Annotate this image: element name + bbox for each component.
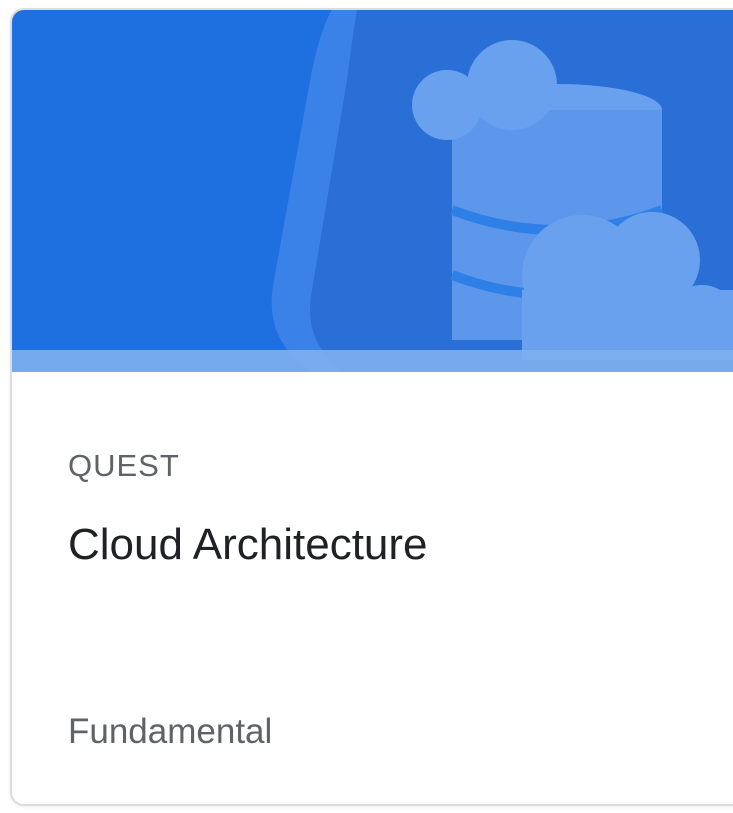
cloud-database-icon bbox=[271, 10, 733, 372]
card-body: QUEST Cloud Architecture Fundamental bbox=[12, 372, 733, 804]
card-banner bbox=[12, 10, 733, 372]
card-type-label: QUEST bbox=[68, 448, 180, 483]
quest-card[interactable]: QUEST Cloud Architecture Fundamental bbox=[10, 8, 733, 806]
banner-stripe bbox=[12, 350, 733, 372]
card-title[interactable]: Cloud Architecture bbox=[68, 520, 428, 570]
card-level: Fundamental bbox=[68, 712, 273, 751]
